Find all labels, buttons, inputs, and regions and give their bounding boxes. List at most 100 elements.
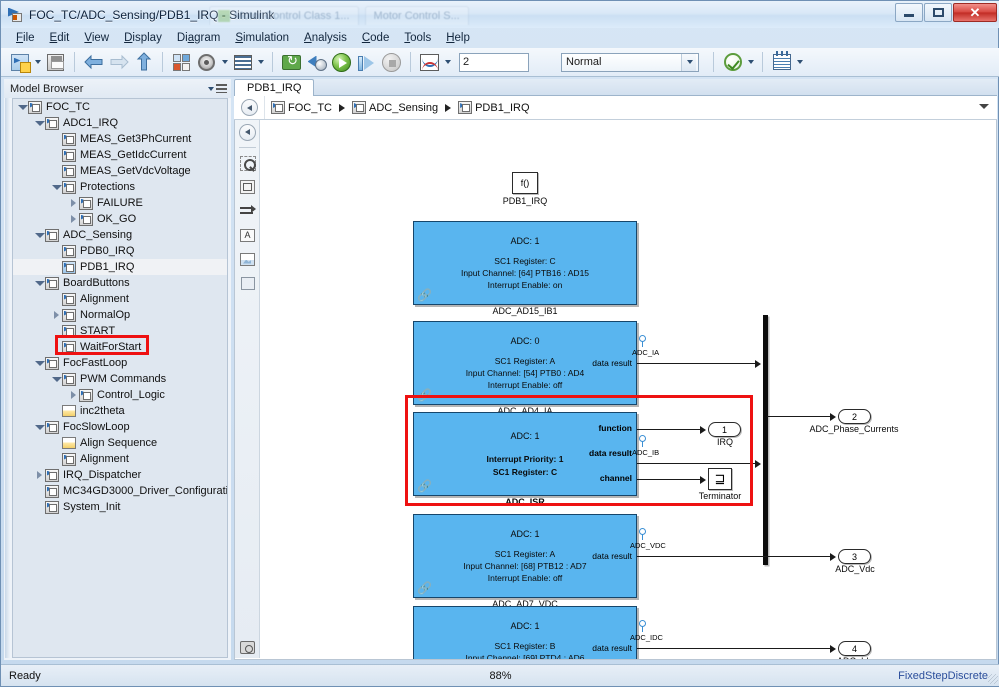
twisty-expanded-icon[interactable] (34, 115, 45, 131)
wire-function[interactable] (637, 429, 702, 431)
outport-2-phase-currents[interactable]: 2 (838, 409, 871, 424)
terminator-block[interactable]: ⊒ (708, 468, 732, 490)
camera-button[interactable] (235, 635, 260, 659)
tree-node-align-sequence[interactable]: Align Sequence (13, 435, 227, 451)
twisty-collapsed-icon[interactable] (34, 467, 45, 483)
tree-node-alignment[interactable]: Alignment (13, 291, 227, 307)
tree-node-failure[interactable]: FAILURE (13, 195, 227, 211)
model-explorer-button[interactable] (230, 50, 255, 74)
solver-name[interactable]: FixedStepDiscrete (898, 670, 988, 682)
tree-node-start[interactable]: START (13, 323, 227, 339)
tree-node-adc1-irq[interactable]: ADC1_IRQ (13, 115, 227, 131)
model-explorer-dropdown[interactable] (255, 50, 266, 74)
twisty-collapsed-icon[interactable] (68, 387, 79, 403)
tree-node-protections[interactable]: Protections (13, 179, 227, 195)
hide-breadcrumb-button[interactable] (235, 120, 260, 144)
run-button[interactable] (329, 50, 354, 74)
breadcrumb-item-adc-sensing[interactable]: ADC_Sensing (352, 101, 438, 114)
breadcrumb-back-button[interactable] (241, 99, 258, 116)
model-tree[interactable]: FOC_TC ADC1_IRQ MEAS_Get3PhCurrent MEAS_Get… (12, 98, 228, 658)
tree-node-focslowloop[interactable]: FocSlowLoop (13, 419, 227, 435)
panel-button[interactable] (235, 659, 260, 660)
tree-node-inc2theta[interactable]: inc2theta (13, 403, 227, 419)
outport-4-idc[interactable]: 4 (838, 641, 871, 656)
tree-node-adc-sensing[interactable]: ADC_Sensing (13, 227, 227, 243)
tree-node-meas-getidccurrent[interactable]: MEAS_GetIdcCurrent (13, 147, 227, 163)
update-model-button[interactable] (279, 50, 304, 74)
step-forward-button[interactable] (354, 50, 379, 74)
function-call-trigger-block[interactable]: f() (512, 172, 538, 194)
tree-node-alignment[interactable]: Alignment (13, 451, 227, 467)
twisty-expanded-icon[interactable] (34, 227, 45, 243)
twisty-expanded-icon[interactable] (17, 99, 28, 115)
tree-node-pdb0-irq[interactable]: PDB0_IRQ (13, 243, 227, 259)
breakpoints-button[interactable] (769, 50, 794, 74)
tree-node-mc34gd3000-driver-configuration[interactable]: MC34GD3000_Driver_Configuration (13, 483, 227, 499)
outport-3-vdc[interactable]: 3 (838, 549, 871, 564)
navigate-forward-button[interactable] (106, 50, 131, 74)
menu-help[interactable]: Help (439, 30, 477, 46)
wire-vdc[interactable] (637, 556, 832, 558)
menu-edit[interactable]: Edit (43, 30, 77, 46)
panel-options-button[interactable] (207, 84, 227, 93)
model-advisor-button[interactable] (720, 50, 745, 74)
image-button[interactable] (235, 247, 260, 271)
tree-node-irq-dispatcher[interactable]: IRQ_Dispatcher (13, 467, 227, 483)
wire-channel[interactable] (637, 479, 702, 481)
menu-simulation[interactable]: Simulation (228, 30, 296, 46)
block-adc-ad15-ib1[interactable]: ADC: 1 SC1 Register: C Input Channel: [6… (413, 221, 637, 305)
menu-analysis[interactable]: Analysis (297, 30, 354, 46)
menu-code[interactable]: Code (355, 30, 397, 46)
twisty-expanded-icon[interactable] (34, 275, 45, 291)
resize-grip[interactable] (988, 674, 998, 684)
close-button[interactable]: ✕ (953, 3, 997, 22)
tree-node-normalop[interactable]: NormalOp (13, 307, 227, 323)
twisty-expanded-icon[interactable] (51, 179, 62, 195)
tree-node-system-init[interactable]: System_Init (13, 499, 227, 515)
fast-restart-button[interactable] (304, 50, 329, 74)
new-model-dropdown[interactable] (32, 50, 43, 74)
model-advisor-dropdown[interactable] (745, 50, 756, 74)
outport-1-irq[interactable]: 1 (708, 422, 741, 437)
navigate-signal-button[interactable] (235, 199, 260, 223)
wire-ib[interactable] (637, 463, 757, 465)
tree-node-meas-get3phcurrent[interactable]: MEAS_Get3PhCurrent (13, 131, 227, 147)
tab-pdb1-irq[interactable]: PDB1_IRQ (234, 79, 315, 97)
breakpoints-dropdown[interactable] (794, 50, 805, 74)
model-configuration-dropdown[interactable] (219, 50, 230, 74)
data-inspector-dropdown[interactable] (442, 50, 453, 74)
chevron-down-icon[interactable] (979, 104, 989, 109)
tree-node-pwm-commands[interactable]: PWM Commands (13, 371, 227, 387)
tree-node-focfastloop[interactable]: FocFastLoop (13, 355, 227, 371)
twisty-collapsed-icon[interactable] (51, 307, 62, 323)
tree-node-control-logic[interactable]: Control_Logic (13, 387, 227, 403)
annotation-button[interactable]: A (235, 223, 260, 247)
menu-tools[interactable]: Tools (397, 30, 438, 46)
tree-node-foc-tc[interactable]: FOC_TC (13, 99, 227, 115)
save-button[interactable] (43, 50, 68, 74)
wire-ia[interactable] (637, 363, 757, 365)
tree-node-waitforstart[interactable]: WaitForStart (13, 339, 227, 355)
model-canvas[interactable]: f() PDB1_IRQ ADC: 1 SC1 Register: C Inpu… (260, 120, 996, 659)
wire-idc[interactable] (637, 648, 832, 650)
menu-file[interactable]: FFileile (9, 30, 42, 46)
stop-button[interactable] (379, 50, 404, 74)
tree-node-ok-go[interactable]: OK_GO (13, 211, 227, 227)
menu-view[interactable]: View (77, 30, 116, 46)
model-configuration-button[interactable] (194, 50, 219, 74)
tree-node-boardbuttons[interactable]: BoardButtons (13, 275, 227, 291)
wire-phase-currents[interactable] (767, 416, 832, 418)
twisty-expanded-icon[interactable] (34, 355, 45, 371)
breadcrumb-item-pdb1-irq[interactable]: PDB1_IRQ (458, 101, 530, 114)
twisty-collapsed-icon[interactable] (68, 211, 79, 227)
tree-node-meas-getvdcvoltage[interactable]: MEAS_GetVdcVoltage (13, 163, 227, 179)
navigate-back-button[interactable] (81, 50, 106, 74)
fit-to-view-button[interactable] (235, 175, 260, 199)
zoom-button[interactable] (235, 151, 260, 175)
simulation-mode-select[interactable]: Normal (561, 52, 699, 72)
new-model-button[interactable] (7, 50, 32, 74)
browser-scrollbar[interactable] (5, 98, 10, 658)
navigate-up-button[interactable] (131, 50, 156, 74)
library-browser-button[interactable] (169, 50, 194, 74)
stop-time-input[interactable] (459, 52, 529, 72)
